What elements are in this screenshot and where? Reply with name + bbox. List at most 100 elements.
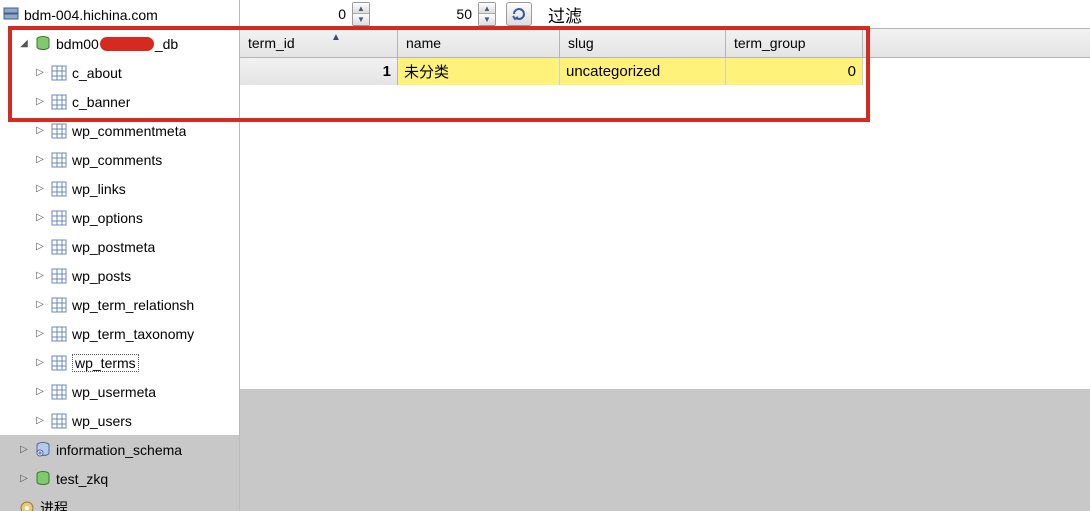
column-label: name bbox=[406, 35, 441, 51]
database-label: information_schema bbox=[56, 442, 182, 458]
tree-table[interactable]: ▷ wp_links bbox=[0, 174, 239, 203]
column-label: slug bbox=[568, 35, 594, 51]
sort-asc-icon: ▲ bbox=[331, 32, 341, 43]
expand-icon[interactable]: ▷ bbox=[34, 183, 46, 195]
table-icon bbox=[50, 93, 68, 111]
table-label: wp_users bbox=[72, 413, 132, 429]
table-icon bbox=[50, 180, 68, 198]
table-icon bbox=[50, 122, 68, 140]
table-label: wp_commentmeta bbox=[72, 123, 186, 139]
spin-up-icon[interactable]: ▲ bbox=[479, 3, 495, 14]
column-header[interactable]: term_group bbox=[726, 29, 863, 57]
tree-table[interactable]: ▷ wp_posts bbox=[0, 261, 239, 290]
tree-table[interactable]: ▷ wp_commentmeta bbox=[0, 116, 239, 145]
data-grid: term_id ▲ name slug term_group 1未分类uncategor… bbox=[240, 28, 1090, 511]
expand-icon[interactable]: ▷ bbox=[34, 328, 46, 340]
table-icon bbox=[50, 238, 68, 256]
expand-icon[interactable]: ▷ bbox=[34, 386, 46, 398]
database-icon bbox=[34, 470, 52, 488]
table-icon bbox=[50, 151, 68, 169]
expand-icon[interactable]: ▷ bbox=[18, 444, 30, 456]
table-icon bbox=[50, 296, 68, 314]
column-label: term_id bbox=[248, 35, 295, 51]
tree-database[interactable]: ◢ bdm00_db bbox=[0, 29, 239, 58]
expand-icon[interactable]: ▷ bbox=[34, 96, 46, 108]
tree-table[interactable]: ▷ c_about bbox=[0, 58, 239, 87]
server-icon bbox=[2, 6, 20, 24]
redacted-mark bbox=[100, 37, 154, 51]
table-icon bbox=[50, 209, 68, 227]
expand-icon[interactable]: ▷ bbox=[34, 154, 46, 166]
filter-label[interactable]: 过滤 bbox=[548, 2, 582, 27]
tree-table[interactable]: ▷ wp_comments bbox=[0, 145, 239, 174]
refresh-button[interactable] bbox=[506, 2, 532, 26]
database-label: test_zkq bbox=[56, 471, 108, 487]
tree-database[interactable]: ▷ test_zkq bbox=[0, 464, 239, 493]
tree-table[interactable]: ▷ c_banner bbox=[0, 87, 239, 116]
column-header[interactable]: term_id ▲ bbox=[240, 29, 398, 57]
table-label: wp_term_taxonomy bbox=[72, 326, 194, 342]
column-label: term_group bbox=[734, 35, 806, 51]
expand-icon[interactable]: ▷ bbox=[34, 212, 46, 224]
table-label: wp_postmeta bbox=[72, 239, 155, 255]
toolbar: 0 ▲ ▼ 50 ▲ ▼ 过滤 bbox=[240, 0, 1090, 28]
table-label: wp_comments bbox=[72, 152, 162, 168]
expand-icon[interactable]: ▷ bbox=[34, 125, 46, 137]
tree-table[interactable]: ▷ wp_term_relationsh bbox=[0, 290, 239, 319]
tree-table[interactable]: ▷ wp_term_taxonomy bbox=[0, 319, 239, 348]
table-label: wp_terms bbox=[72, 354, 139, 372]
tree-database[interactable]: ▷ information_schema bbox=[0, 435, 239, 464]
table-icon bbox=[50, 383, 68, 401]
cell-term-group[interactable]: 0 bbox=[726, 58, 863, 85]
spin-down-icon[interactable]: ▼ bbox=[353, 14, 369, 25]
table-icon bbox=[50, 64, 68, 82]
column-header[interactable]: slug bbox=[560, 29, 726, 57]
limit-spinner[interactable]: 50 ▲ ▼ bbox=[416, 2, 496, 26]
table-label: c_about bbox=[72, 65, 122, 81]
cell-name[interactable]: 未分类 bbox=[398, 58, 560, 85]
expand-icon[interactable]: ▷ bbox=[34, 299, 46, 311]
main-panel: 0 ▲ ▼ 50 ▲ ▼ 过滤 term_id ▲ name slug term_gro… bbox=[240, 0, 1090, 511]
table-label: wp_options bbox=[72, 210, 143, 226]
cell-term-id[interactable]: 1 bbox=[240, 58, 398, 85]
grid-empty-area bbox=[240, 85, 1090, 389]
tree-table[interactable]: ▷ wp_options bbox=[0, 203, 239, 232]
expand-icon[interactable]: ▷ bbox=[18, 473, 30, 485]
tree-server[interactable]: bdm-004.hichina.com bbox=[0, 0, 239, 29]
tree-server-item[interactable]: 进程 bbox=[0, 493, 239, 511]
tree-table[interactable]: ▷ wp_usermeta bbox=[0, 377, 239, 406]
tree-table[interactable]: ▷ wp_users bbox=[0, 406, 239, 435]
tree-table[interactable]: ▷ wp_postmeta bbox=[0, 232, 239, 261]
proc-icon bbox=[18, 499, 36, 511]
table-label: wp_links bbox=[72, 181, 126, 197]
expand-icon[interactable]: ▷ bbox=[34, 415, 46, 427]
database-label: bdm00_db bbox=[56, 36, 178, 52]
expand-icon[interactable]: ▷ bbox=[34, 270, 46, 282]
table-row[interactable]: 1未分类uncategorized0 bbox=[240, 58, 1090, 85]
tree-table[interactable]: ▷ wp_terms bbox=[0, 348, 239, 377]
table-icon bbox=[50, 412, 68, 430]
cell-slug[interactable]: uncategorized bbox=[560, 58, 726, 85]
expand-icon[interactable]: ▷ bbox=[34, 241, 46, 253]
expand-icon[interactable]: ▷ bbox=[34, 67, 46, 79]
server-label: bdm-004.hichina.com bbox=[24, 7, 158, 23]
table-icon bbox=[50, 267, 68, 285]
offset-spinner[interactable]: 0 ▲ ▼ bbox=[290, 2, 370, 26]
table-label: wp_posts bbox=[72, 268, 131, 284]
server-item-label: 进程 bbox=[40, 498, 68, 511]
sidebar: bdm-004.hichina.com ◢ bdm00_db ▷c_about▷… bbox=[0, 0, 240, 511]
spin-down-icon[interactable]: ▼ bbox=[479, 14, 495, 25]
table-label: c_banner bbox=[72, 94, 130, 110]
table-label: wp_usermeta bbox=[72, 384, 156, 400]
table-label: wp_term_relationsh bbox=[72, 297, 194, 313]
database-icon bbox=[34, 441, 52, 459]
table-icon bbox=[50, 325, 68, 343]
grid-header: term_id ▲ name slug term_group bbox=[240, 28, 1090, 58]
column-header[interactable]: name bbox=[398, 29, 560, 57]
expand-icon[interactable]: ▷ bbox=[34, 357, 46, 369]
table-icon bbox=[50, 354, 68, 372]
spin-up-icon[interactable]: ▲ bbox=[353, 3, 369, 14]
database-icon bbox=[34, 35, 52, 53]
bottom-panel bbox=[240, 389, 1090, 511]
collapse-icon[interactable]: ◢ bbox=[18, 38, 30, 50]
